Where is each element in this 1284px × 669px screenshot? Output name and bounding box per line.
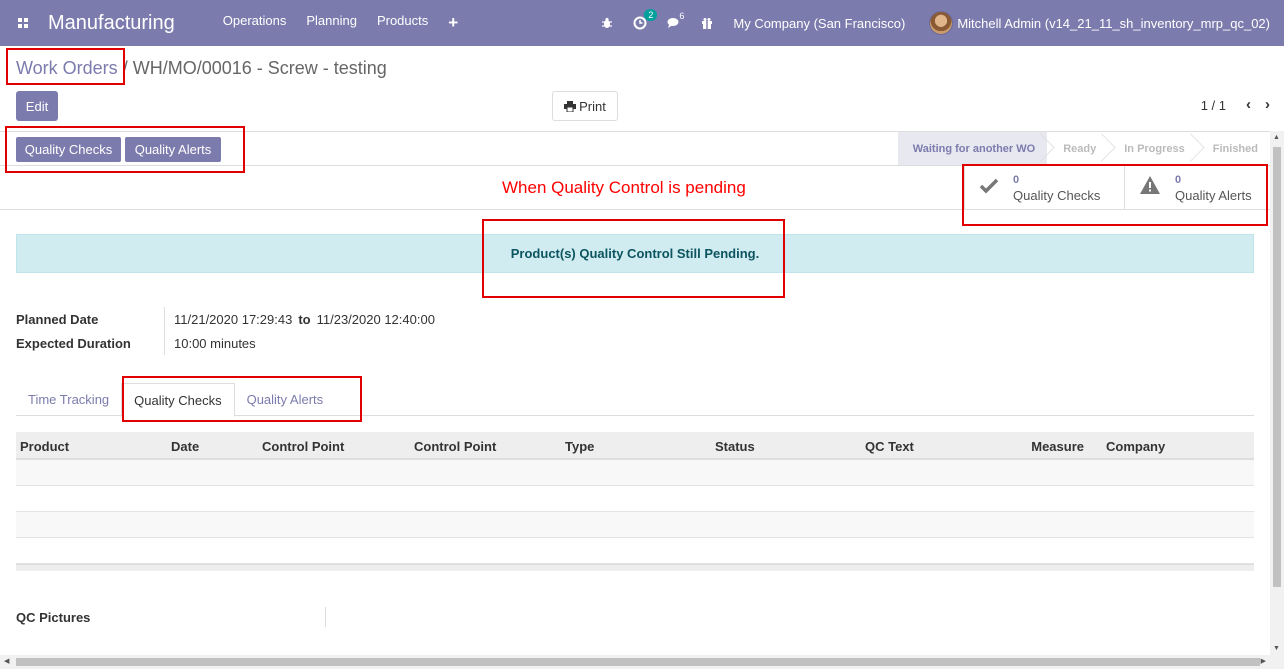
planned-to-label: to bbox=[298, 311, 311, 327]
stage-in-progress[interactable]: In Progress bbox=[1108, 132, 1197, 165]
table-row bbox=[16, 486, 1254, 512]
planned-start: 11/21/2020 17:29:43 bbox=[174, 311, 293, 327]
add-menu-icon[interactable]: + bbox=[448, 13, 458, 33]
quality-alerts-smart-button[interactable]: 0 Quality Alerts bbox=[1124, 166, 1270, 210]
scroll-down-icon[interactable]: ▼ bbox=[1273, 645, 1280, 652]
expected-duration-label: Expected Duration bbox=[16, 335, 131, 351]
app-title[interactable]: Manufacturing bbox=[48, 12, 175, 35]
quality-checks-table: Product Date Control Point Control Point… bbox=[16, 432, 1254, 571]
breadcrumb-current: WH/MO/00016 - Screw - testing bbox=[132, 58, 387, 78]
column-product[interactable]: Product bbox=[16, 432, 167, 460]
vertical-scroll-thumb[interactable] bbox=[1273, 147, 1281, 587]
gift-icon[interactable] bbox=[701, 17, 713, 29]
messages-badge: 6 bbox=[679, 11, 685, 21]
smart-buttons: 0 Quality Checks 0 Quality Alerts bbox=[964, 166, 1270, 210]
pager-previous-icon[interactable]: ‹ bbox=[1246, 96, 1251, 113]
company-switcher[interactable]: My Company (San Francisco) bbox=[733, 16, 905, 31]
breadcrumb-work-orders[interactable]: Work Orders bbox=[16, 58, 118, 78]
quality-alerts-count: 0 bbox=[1175, 174, 1182, 186]
table-row bbox=[16, 460, 1254, 486]
column-control-point[interactable]: Control Point bbox=[258, 432, 410, 460]
quality-alerts-smart-label: Quality Alerts bbox=[1175, 188, 1252, 203]
qc-pictures-label: QC Pictures bbox=[16, 610, 91, 625]
top-navbar: Manufacturing Operations Planning Produc… bbox=[0, 0, 1284, 46]
table-row bbox=[16, 538, 1254, 564]
bug-icon[interactable] bbox=[601, 17, 613, 29]
planned-date-label: Planned Date bbox=[16, 311, 99, 327]
divider bbox=[0, 209, 1270, 210]
stage-bar: Waiting for another WO Ready In Progress… bbox=[897, 132, 1270, 165]
messages-icon[interactable]: 6 bbox=[667, 11, 684, 29]
table-row bbox=[16, 512, 1254, 538]
activity-badge: 2 bbox=[644, 9, 658, 21]
quality-alerts-button[interactable]: Quality Alerts bbox=[125, 137, 221, 162]
quality-checks-count: 0 bbox=[1013, 174, 1020, 186]
quality-checks-button[interactable]: Quality Checks bbox=[16, 137, 121, 162]
tab-quality-checks[interactable]: Quality Checks bbox=[121, 383, 235, 417]
tab-quality-alerts[interactable]: Quality Alerts bbox=[235, 383, 336, 416]
menu-operations[interactable]: Operations bbox=[223, 13, 287, 33]
menu-planning[interactable]: Planning bbox=[306, 13, 357, 33]
activity-clock-icon[interactable]: 2 bbox=[633, 9, 658, 30]
warning-icon bbox=[1139, 175, 1161, 201]
breadcrumb-separator: / bbox=[122, 58, 128, 78]
expected-duration-value: 10:00 minutes bbox=[164, 331, 256, 355]
quality-checks-smart-button[interactable]: 0 Quality Checks bbox=[964, 166, 1124, 210]
vertical-scrollbar[interactable]: ▲ ▼ bbox=[1270, 131, 1284, 655]
column-type[interactable]: Type bbox=[561, 432, 711, 460]
form-fields: Planned Date 11/21/2020 17:29:43 to 11/2… bbox=[16, 307, 435, 355]
scroll-right-icon[interactable]: ▶ bbox=[1261, 657, 1266, 665]
qc-pending-alert: Product(s) Quality Control Still Pending… bbox=[16, 234, 1254, 273]
planned-end: 11/23/2020 12:40:00 bbox=[316, 311, 435, 327]
print-button[interactable]: Print bbox=[552, 91, 618, 121]
planned-date-value: 11/21/2020 17:29:43 to 11/23/2020 12:40:… bbox=[164, 307, 435, 331]
column-status[interactable]: Status bbox=[711, 432, 861, 460]
form-statusbar: Quality Checks Quality Alerts Waiting fo… bbox=[0, 131, 1270, 166]
stage-finished[interactable]: Finished bbox=[1197, 132, 1270, 165]
divider bbox=[325, 607, 326, 627]
check-icon bbox=[979, 177, 999, 200]
stage-waiting[interactable]: Waiting for another WO bbox=[897, 132, 1048, 165]
annotation-text: When Quality Control is pending bbox=[502, 178, 746, 197]
column-company[interactable]: Company bbox=[1102, 432, 1254, 460]
menu-products[interactable]: Products bbox=[377, 13, 428, 33]
user-avatar[interactable] bbox=[929, 11, 954, 35]
apps-menu-icon[interactable] bbox=[0, 0, 46, 46]
pager-next-icon[interactable]: › bbox=[1265, 96, 1270, 113]
table-footer bbox=[16, 564, 1254, 571]
column-qc-text[interactable]: QC Text bbox=[861, 432, 1011, 460]
scroll-left-icon[interactable]: ◀ bbox=[4, 657, 9, 665]
tab-time-tracking[interactable]: Time Tracking bbox=[16, 383, 121, 416]
print-icon bbox=[564, 100, 577, 112]
table-header: Product Date Control Point Control Point… bbox=[16, 432, 1254, 460]
quality-checks-smart-label: Quality Checks bbox=[1013, 188, 1101, 203]
stage-ready[interactable]: Ready bbox=[1047, 132, 1108, 165]
print-label: Print bbox=[579, 98, 606, 114]
breadcrumb: Work Orders / WH/MO/00016 - Screw - test… bbox=[16, 58, 387, 79]
column-measure[interactable]: Measure bbox=[1011, 432, 1102, 460]
horizontal-scroll-thumb[interactable] bbox=[16, 658, 1260, 666]
edit-button[interactable]: Edit bbox=[16, 91, 58, 121]
horizontal-scrollbar[interactable]: ◀ ▶ bbox=[0, 655, 1284, 669]
notebook-tabs: Time Tracking Quality Checks Quality Ale… bbox=[16, 383, 1254, 417]
column-control-point-2[interactable]: Control Point bbox=[410, 432, 561, 460]
user-menu[interactable]: Mitchell Admin (v14_21_11_sh_inventory_m… bbox=[957, 16, 1270, 31]
pager-value[interactable]: 1 / 1 bbox=[1201, 98, 1226, 113]
column-date[interactable]: Date bbox=[167, 432, 258, 460]
scroll-up-icon[interactable]: ▲ bbox=[1273, 134, 1280, 141]
